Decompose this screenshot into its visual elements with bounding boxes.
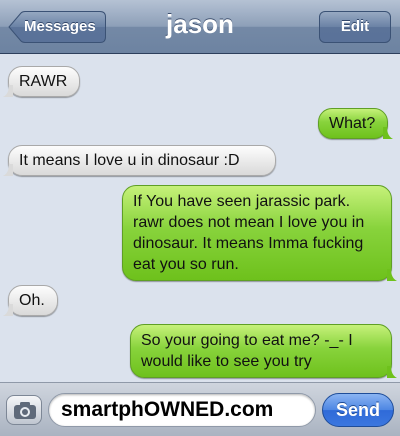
message-text: So your going to eat me? -_- I would lik… — [141, 332, 353, 370]
message-text: RAWR — [19, 73, 68, 90]
edit-button[interactable]: Edit — [319, 11, 391, 43]
bubble-tail — [383, 127, 393, 139]
bubble-tail — [3, 164, 13, 176]
message-text: What? — [329, 115, 376, 132]
conversation-title: jason — [166, 9, 234, 39]
message-composer: smartphOWNED.com Send — [0, 382, 400, 436]
message-text: It means I love u in dinosaur :D — [19, 152, 240, 169]
message-bubble-received: Oh. — [3, 285, 58, 316]
navigation-bar: Messages jason Edit — [0, 0, 400, 54]
back-button-label: Messages — [24, 18, 96, 35]
message-bubble-sent: If You have seen jarassic park. rawr doe… — [122, 185, 397, 281]
message-bubble-received: RAWR — [3, 66, 80, 97]
bubble-tail — [3, 85, 13, 97]
message-bubble-received: It means I love u in dinosaur :D — [3, 145, 276, 176]
bubble-tail — [3, 304, 13, 316]
camera-icon — [14, 402, 36, 419]
message-text: Oh. — [19, 292, 45, 309]
bubble-tail — [387, 269, 397, 281]
message-input-text: smartphOWNED.com — [61, 398, 274, 421]
back-button[interactable]: Messages — [8, 11, 106, 43]
message-list: RAWR What? It means I love u in dinosaur… — [0, 54, 400, 382]
camera-button[interactable] — [6, 395, 42, 425]
message-text: If You have seen jarassic park. rawr doe… — [133, 193, 365, 273]
message-bubble-sent: So your going to eat me? -_- I would lik… — [130, 324, 397, 378]
bubble-tail — [387, 366, 397, 378]
send-button[interactable]: Send — [322, 393, 394, 427]
message-input[interactable]: smartphOWNED.com — [48, 393, 316, 427]
message-bubble-sent: What? — [318, 108, 393, 139]
